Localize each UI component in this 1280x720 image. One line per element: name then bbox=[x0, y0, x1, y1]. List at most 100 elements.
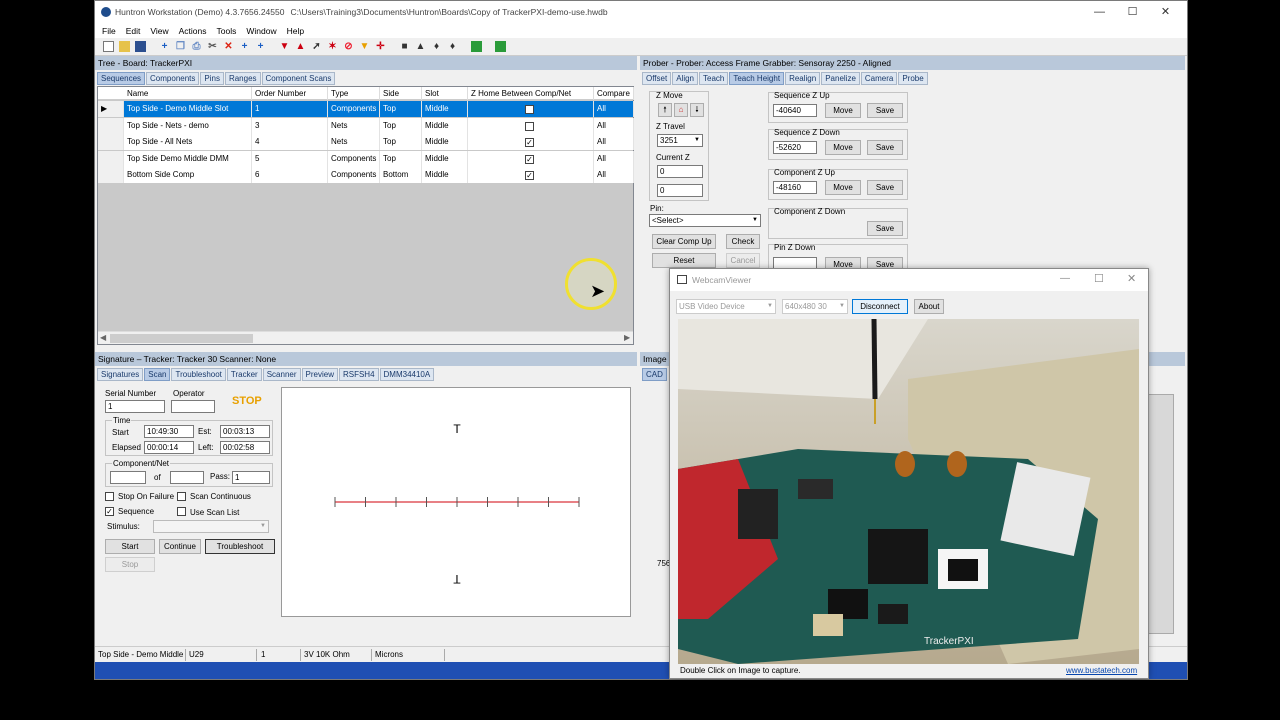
filter-icon[interactable]: ▼ bbox=[359, 41, 370, 52]
current-z-field-2[interactable]: 0 bbox=[657, 184, 703, 197]
table-cell-name[interactable]: Top Side - Demo Middle Slot bbox=[124, 101, 252, 117]
tab-realign[interactable]: Realign bbox=[785, 71, 821, 85]
scan-continuous-checkbox[interactable] bbox=[177, 492, 186, 501]
seq-z-down-save-button[interactable]: Save bbox=[867, 140, 903, 155]
seq-z-down-move-button[interactable]: Move bbox=[825, 140, 861, 155]
seq-z-up-move-button[interactable]: Move bbox=[825, 103, 861, 118]
teach-icon[interactable]: ✛ bbox=[375, 41, 386, 52]
seq-z-up-field[interactable]: -40640 bbox=[773, 104, 817, 117]
table-row[interactable]: ▶ Top Side - Demo Middle Slot 1 Components T… bbox=[98, 101, 634, 117]
col-header-name[interactable]: Name bbox=[124, 87, 252, 100]
tab-cad[interactable]: CAD bbox=[642, 367, 667, 381]
webcam-maximize-icon[interactable]: ☐ bbox=[1094, 272, 1104, 285]
col-header-compare[interactable]: Compare F bbox=[594, 87, 634, 111]
comp-z-up-save-button[interactable]: Save bbox=[867, 180, 903, 195]
table-row[interactable]: Bottom Side Comp 6 Components Bottom Middle ✓… bbox=[98, 167, 634, 183]
save-icon[interactable] bbox=[135, 41, 146, 52]
tab-offset[interactable]: Offset bbox=[642, 71, 672, 85]
resolution-select[interactable]: 640x480 30 ▼ bbox=[782, 299, 848, 314]
add-range-icon[interactable]: + bbox=[255, 41, 266, 52]
comp-z-up-field[interactable]: -48160 bbox=[773, 181, 817, 194]
scroll-right-icon[interactable]: ▶ bbox=[624, 333, 630, 342]
paste-icon[interactable]: ⎙ bbox=[191, 41, 202, 52]
table-cell-order[interactable]: 1 bbox=[252, 101, 328, 117]
stop-button[interactable]: Stop bbox=[105, 557, 155, 572]
col-header-zhome[interactable]: Z Home Between Comp/Net bbox=[468, 87, 594, 100]
table-row[interactable]: Top Side - All Nets 4 Nets Top Middle ✓ All bbox=[98, 134, 634, 150]
zhome-checkbox[interactable] bbox=[525, 105, 534, 114]
horizontal-scrollbar[interactable]: ◀ ▶ bbox=[98, 331, 633, 344]
troubleshoot-button[interactable]: Troubleshoot bbox=[205, 539, 275, 554]
table-cell-compare[interactable]: All bbox=[594, 101, 634, 117]
table-cell-slot[interactable]: Middle bbox=[422, 117, 468, 134]
table-cell-zhome[interactable] bbox=[468, 117, 594, 134]
table-row[interactable]: Top Side - Nets - demo 3 Nets Top Middle All bbox=[98, 117, 634, 134]
table-cell-side[interactable]: Bottom bbox=[380, 167, 422, 183]
add-pin-icon[interactable]: + bbox=[239, 41, 250, 52]
table-cell-type[interactable]: Components bbox=[328, 101, 380, 117]
clear-comp-up-button[interactable]: Clear Comp Up bbox=[652, 234, 716, 249]
webcam-minimize-icon[interactable]: — bbox=[1060, 273, 1070, 284]
tab-scanner[interactable]: Scanner bbox=[262, 367, 301, 381]
tab-ranges[interactable]: Ranges bbox=[224, 71, 261, 85]
tab-sequences[interactable]: Sequences bbox=[97, 71, 146, 85]
col-header-order[interactable]: Order Number bbox=[252, 87, 328, 100]
table-cell-side[interactable]: Top bbox=[380, 101, 422, 117]
table-cell-zhome[interactable]: ✓ bbox=[468, 167, 594, 183]
row-selector[interactable] bbox=[98, 150, 124, 167]
scroll-left-icon[interactable]: ◀ bbox=[100, 333, 106, 342]
tab-component-scans[interactable]: Component Scans bbox=[261, 71, 336, 85]
menu-edit[interactable]: Edit bbox=[121, 26, 146, 36]
table-cell-slot[interactable]: Middle bbox=[422, 134, 468, 150]
table-cell-compare[interactable]: All bbox=[594, 150, 634, 167]
close-icon[interactable]: ✕ bbox=[1149, 1, 1182, 23]
probe-down-icon[interactable]: ▼ bbox=[279, 41, 290, 52]
operator-field[interactable] bbox=[171, 400, 215, 413]
table-cell-side[interactable]: Top bbox=[380, 134, 422, 150]
table-cell-zhome[interactable] bbox=[468, 101, 594, 117]
table-cell-type[interactable]: Components bbox=[328, 167, 380, 183]
z-down-button[interactable]: 🠗 bbox=[690, 103, 704, 117]
table-cell-compare[interactable]: All bbox=[594, 167, 634, 183]
scroll-thumb[interactable] bbox=[110, 334, 253, 343]
col-header-side[interactable]: Side bbox=[380, 87, 422, 100]
pin-icon[interactable]: ♦ bbox=[431, 41, 442, 52]
zhome-checkbox[interactable]: ✓ bbox=[525, 171, 534, 180]
zhome-checkbox[interactable]: ✓ bbox=[525, 154, 534, 164]
webcam-close-icon[interactable]: ✕ bbox=[1127, 272, 1136, 285]
table-cell-type[interactable]: Nets bbox=[328, 134, 380, 150]
continue-button[interactable]: Continue bbox=[159, 539, 201, 554]
table-cell-side[interactable]: Top bbox=[380, 150, 422, 167]
col-header-type[interactable]: Type bbox=[328, 87, 380, 100]
tab-signatures[interactable]: Signatures bbox=[97, 367, 144, 381]
table-cell-order[interactable]: 6 bbox=[252, 167, 328, 183]
row-selector[interactable] bbox=[98, 167, 124, 183]
probe-up-icon[interactable]: ▲ bbox=[295, 41, 306, 52]
table-row[interactable]: Top Side Demo Middle DMM 5 Components Top Mi… bbox=[98, 150, 634, 167]
table-cell-slot[interactable]: Middle bbox=[422, 150, 468, 167]
home-icon[interactable]: ▲ bbox=[415, 41, 426, 52]
table-cell-name[interactable]: Top Side - All Nets bbox=[124, 134, 252, 150]
table-cell-type[interactable]: Nets bbox=[328, 117, 380, 134]
cancel-button[interactable]: Cancel bbox=[726, 253, 760, 268]
tab-rsfsh4[interactable]: RSFSH4 bbox=[338, 367, 379, 381]
stop-probe-icon[interactable]: ⊘ bbox=[343, 41, 354, 52]
use-scan-list-checkbox[interactable] bbox=[177, 507, 186, 516]
menu-file[interactable]: File bbox=[97, 26, 121, 36]
row-selector[interactable] bbox=[98, 117, 124, 134]
table-cell-order[interactable]: 4 bbox=[252, 134, 328, 150]
disconnect-button[interactable]: Disconnect bbox=[852, 299, 908, 314]
camera-feed[interactable]: TrackerPXI bbox=[678, 319, 1139, 664]
zhome-checkbox[interactable] bbox=[525, 121, 534, 131]
tab-troubleshoot[interactable]: Troubleshoot bbox=[171, 367, 226, 381]
current-z-field-1[interactable]: 0 bbox=[657, 165, 703, 178]
table-cell-order[interactable]: 3 bbox=[252, 117, 328, 134]
delete-icon[interactable]: ✕ bbox=[223, 41, 234, 52]
tab-panelize[interactable]: Panelize bbox=[821, 71, 860, 85]
tab-components[interactable]: Components bbox=[146, 71, 200, 85]
minimize-icon[interactable]: — bbox=[1083, 1, 1116, 23]
reset-button[interactable]: Reset bbox=[652, 253, 716, 268]
probe-tool-icon[interactable]: ➚ bbox=[311, 41, 322, 52]
check-button[interactable]: Check bbox=[726, 234, 760, 249]
maximize-icon[interactable]: ☐ bbox=[1116, 1, 1149, 23]
